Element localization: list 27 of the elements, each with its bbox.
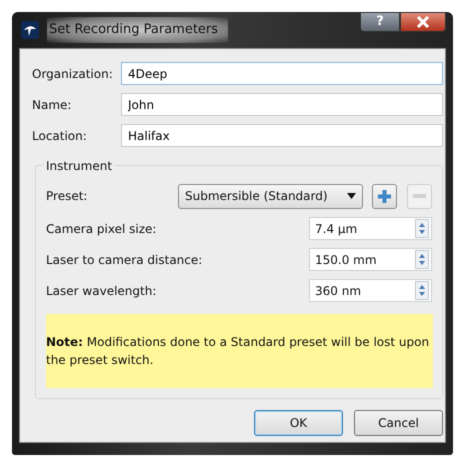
minus-icon	[413, 194, 426, 198]
spin-box[interactable]: 360 nm	[309, 279, 432, 302]
spin-arrows-icon[interactable]	[415, 281, 429, 300]
spin-arrows-icon[interactable]	[415, 219, 429, 238]
dropdown-arrow-icon	[347, 193, 356, 199]
dialog-button[interactable]: Cancel	[354, 410, 443, 436]
window-title: Set Recording Parameters	[47, 17, 228, 43]
field-label: Camera pixel size:	[46, 220, 156, 238]
spin-box[interactable]: 7.4 µm	[309, 217, 432, 240]
add-button[interactable]	[372, 184, 397, 208]
preset-label: Preset:	[46, 188, 88, 205]
text-field[interactable]: 4Deep	[121, 62, 443, 85]
field-label: Name:	[32, 96, 72, 114]
spin-arrows-icon[interactable]	[415, 250, 429, 269]
preset-dropdown[interactable]: Submersible (Standard)	[178, 184, 363, 208]
field-label: Laser to camera distance:	[46, 252, 202, 268]
plus-icon	[378, 190, 391, 202]
field-label: Organization:	[32, 66, 114, 82]
note-text: Note: Modifications done to a Standard preset will be lost upon the preset switch.	[46, 314, 433, 388]
app-icon	[21, 21, 39, 39]
field-label: Laser wavelength:	[46, 282, 156, 300]
close-icon	[416, 16, 430, 28]
close-button[interactable]	[400, 12, 446, 32]
dialog-button[interactable]: OK	[254, 410, 343, 436]
text-field[interactable]: Halifax	[121, 124, 443, 147]
field-label: Location:	[32, 128, 88, 144]
spin-box[interactable]: 150.0 mm	[309, 248, 432, 271]
